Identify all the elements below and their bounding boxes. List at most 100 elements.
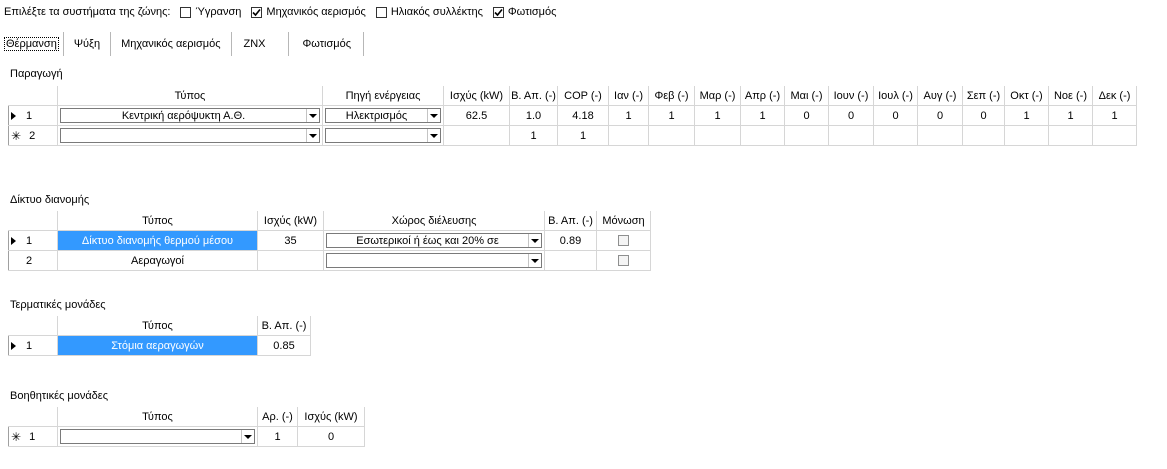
type-combobox[interactable]: Κεντρική αερόψυκτη Α.Θ.	[60, 108, 320, 123]
checkbox-box[interactable]	[180, 6, 192, 18]
cop-cell[interactable]: 1	[558, 126, 609, 146]
chevron-down-icon[interactable]	[306, 109, 319, 122]
table-row[interactable]: 1 Δίκτυο διανομής θερμού μέσου 35 Εσωτερ…	[8, 231, 651, 251]
insulation-checkbox[interactable]	[618, 255, 629, 266]
month-cell[interactable]	[874, 126, 918, 146]
row-header[interactable]: 1	[8, 106, 58, 126]
table-row-new[interactable]: ✳ 2 1 1	[8, 126, 1137, 146]
month-cell[interactable]: 1	[609, 106, 649, 126]
row-header[interactable]: 2	[8, 251, 58, 271]
cop-cell[interactable]: 4.18	[558, 106, 609, 126]
source-combobox[interactable]	[325, 128, 441, 143]
power-cell[interactable]	[258, 251, 324, 271]
tab-cooling[interactable]: Ψύξη	[64, 32, 112, 56]
checkbox-box[interactable]	[492, 6, 504, 18]
humidification-checkbox[interactable]: Ύγρανση	[180, 6, 241, 18]
month-cell[interactable]	[829, 126, 874, 146]
type-cell-selected[interactable]: Δίκτυο διανομής θερμού μέσου	[58, 231, 258, 251]
type-cell[interactable]: Αεραγωγοί	[58, 251, 258, 271]
month-cell[interactable]: 0	[874, 106, 918, 126]
col-sep: Σεπ (-)	[963, 86, 1005, 106]
insulation-checkbox[interactable]	[618, 235, 629, 246]
power-cell[interactable]: 35	[258, 231, 324, 251]
row-header[interactable]: ✳ 1	[8, 427, 58, 447]
space-combobox[interactable]	[326, 253, 542, 268]
month-cell[interactable]: 0	[785, 106, 829, 126]
month-cell[interactable]	[649, 126, 695, 146]
col-cop: COP (-)	[558, 86, 609, 106]
eff-cell[interactable]: 0.89	[545, 231, 597, 251]
row-header[interactable]: ✳ 2	[8, 126, 58, 146]
current-row-icon	[11, 111, 16, 120]
chevron-down-icon[interactable]	[427, 129, 440, 142]
production-title: Παραγωγή	[10, 68, 63, 80]
count-cell[interactable]: 1	[258, 427, 298, 447]
table-row[interactable]: 1 Κεντρική αερόψυκτη Α.Θ. Ηλεκτρισμός 62…	[8, 106, 1137, 126]
type-cell-selected[interactable]: Στόμια αεραγωγών	[58, 336, 258, 356]
month-cell[interactable]	[1093, 126, 1137, 146]
col-dec: Δεκ (-)	[1093, 86, 1137, 106]
source-combobox[interactable]: Ηλεκτρισμός	[325, 108, 441, 123]
tab-lighting[interactable]: Φωτισμός	[289, 32, 365, 56]
month-cell[interactable]: 1	[649, 106, 695, 126]
col-may: Μαι (-)	[785, 86, 829, 106]
col-space: Χώρος διέλευσης	[324, 211, 545, 231]
checkbox-box[interactable]	[251, 6, 263, 18]
month-cell[interactable]	[963, 126, 1005, 146]
eff-cell[interactable]: 0.85	[258, 336, 311, 356]
month-cell[interactable]: 1	[1049, 106, 1093, 126]
eff-cell[interactable]	[545, 251, 597, 271]
month-cell[interactable]: 0	[918, 106, 963, 126]
production-grid: Τύπος Πηγή ενέργειας Ισχύς (kW) Β. Απ. (…	[8, 86, 1137, 146]
tab-heating[interactable]: Θέρμανση	[0, 32, 64, 56]
month-cell[interactable]	[695, 126, 741, 146]
lighting-checkbox[interactable]: Φωτισμός	[492, 6, 556, 18]
chevron-down-icon[interactable]	[241, 430, 254, 443]
col-feb: Φεβ (-)	[649, 86, 695, 106]
power-cell[interactable]: 62.5	[444, 106, 510, 126]
space-combobox[interactable]: Εσωτερικοί ή έως και 20% σε	[326, 233, 542, 248]
month-cell[interactable]: 0	[963, 106, 1005, 126]
col-mar: Μαρ (-)	[695, 86, 741, 106]
system-tabs: Θέρμανση Ψύξη Μηχανικός αερισμός ZNX Φωτ…	[0, 32, 365, 56]
solar-collector-checkbox[interactable]: Ηλιακός συλλέκτης	[375, 6, 483, 18]
tab-dhw[interactable]: ZNX	[232, 32, 289, 56]
col-count: Αρ. (-)	[258, 407, 298, 427]
new-row-icon: ✳	[11, 429, 22, 444]
month-cell[interactable]	[1005, 126, 1049, 146]
month-cell[interactable]	[918, 126, 963, 146]
checkbox-box[interactable]	[375, 6, 387, 18]
mechanical-ventilation-checkbox[interactable]: Μηχανικός αερισμός	[251, 6, 366, 18]
eff-cell[interactable]: 1.0	[510, 106, 558, 126]
chevron-down-icon[interactable]	[427, 109, 440, 122]
distribution-title: Δίκτυο διανομής	[10, 194, 90, 206]
tab-mechanical-ventilation[interactable]: Μηχανικός αερισμός	[111, 32, 232, 56]
col-source: Πηγή ενέργειας	[323, 86, 444, 106]
table-row[interactable]: 2 Αεραγωγοί	[8, 251, 651, 271]
month-cell[interactable]	[785, 126, 829, 146]
col-aug: Αυγ (-)	[918, 86, 963, 106]
chevron-down-icon[interactable]	[528, 234, 541, 247]
power-cell[interactable]	[444, 126, 510, 146]
month-cell[interactable]	[609, 126, 649, 146]
row-header[interactable]: 1	[8, 336, 58, 356]
month-cell[interactable]	[741, 126, 785, 146]
month-cell[interactable]: 1	[741, 106, 785, 126]
month-cell[interactable]: 1	[1005, 106, 1049, 126]
eff-cell[interactable]: 1	[510, 126, 558, 146]
power-cell[interactable]: 0	[298, 427, 365, 447]
month-cell[interactable]: 1	[695, 106, 741, 126]
month-cell[interactable]	[1049, 126, 1093, 146]
month-cell[interactable]: 0	[829, 106, 874, 126]
type-combobox[interactable]	[60, 128, 320, 143]
chevron-down-icon[interactable]	[528, 254, 541, 267]
col-apr: Απρ (-)	[741, 86, 785, 106]
zone-systems-bar: Επιλέξτε τα συστήματα της ζώνης: Ύγρανση…	[4, 4, 566, 20]
type-combobox[interactable]	[60, 429, 255, 444]
table-row[interactable]: 1 Στόμια αεραγωγών 0.85	[8, 336, 311, 356]
table-row-new[interactable]: ✳ 1 1 0	[8, 427, 365, 447]
chevron-down-icon[interactable]	[306, 129, 319, 142]
row-header[interactable]: 1	[8, 231, 58, 251]
month-cell[interactable]: 1	[1093, 106, 1137, 126]
terminal-title: Τερματικές μονάδες	[10, 299, 106, 311]
